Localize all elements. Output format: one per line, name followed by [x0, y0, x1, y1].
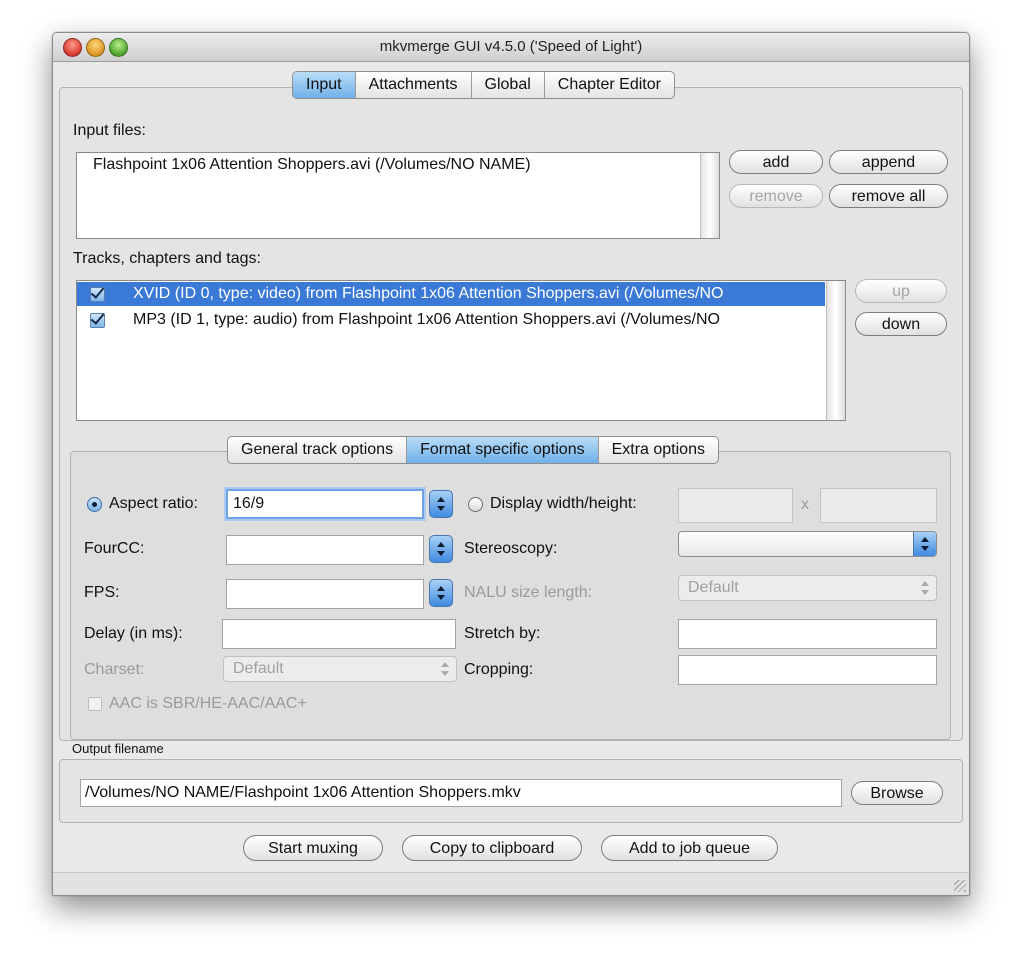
- stereoscopy-select[interactable]: [678, 531, 937, 557]
- stretch-by-label: Stretch by:: [464, 625, 541, 642]
- input-files-list[interactable]: Flashpoint 1x06 Attention Shoppers.avi (…: [76, 152, 720, 239]
- cropping-input[interactable]: [678, 655, 937, 685]
- status-bar: [53, 872, 969, 895]
- nalu-size-length-label: NALU size length:: [464, 584, 593, 601]
- add-to-job-queue-button[interactable]: Add to job queue: [601, 835, 778, 861]
- fourcc-label: FourCC:: [84, 540, 145, 557]
- track-options-tab-bar: General track options Format specific op…: [227, 436, 719, 464]
- browse-button[interactable]: Browse: [851, 781, 943, 805]
- track-row-video[interactable]: XVID (ID 0, type: video) from Flashpoint…: [77, 282, 825, 306]
- tracks-list[interactable]: XVID (ID 0, type: video) from Flashpoint…: [76, 280, 846, 421]
- remove-button[interactable]: remove: [729, 184, 823, 208]
- nalu-size-length-select[interactable]: Default: [678, 575, 937, 601]
- charset-value: Default: [233, 660, 284, 677]
- track-row-audio[interactable]: MP3 (ID 1, type: audio) from Flashpoint …: [77, 308, 825, 332]
- main-tab-bar: Input Attachments Global Chapter Editor: [292, 71, 675, 99]
- tab-general-track-options[interactable]: General track options: [228, 437, 408, 463]
- track-video-checkbox[interactable]: [90, 287, 105, 302]
- delay-label: Delay (in ms):: [84, 625, 183, 642]
- display-wh-radio[interactable]: [468, 497, 483, 512]
- display-height-input[interactable]: [820, 488, 937, 523]
- output-filename-input[interactable]: /Volumes/NO NAME/Flashpoint 1x06 Attenti…: [80, 779, 842, 807]
- delay-input[interactable]: [222, 619, 456, 649]
- display-wh-separator: x: [801, 496, 809, 513]
- tracks-label: Tracks, chapters and tags:: [73, 250, 261, 267]
- display-width-input[interactable]: [678, 488, 793, 523]
- aspect-ratio-radio[interactable]: [87, 497, 102, 512]
- fps-input[interactable]: [226, 579, 424, 609]
- aac-sbr-label: AAC is SBR/HE-AAC/AAC+: [109, 695, 307, 712]
- tab-format-specific-options[interactable]: Format specific options: [407, 437, 599, 463]
- chevron-updown-icon: [913, 532, 936, 556]
- stereoscopy-label: Stereoscopy:: [464, 540, 558, 557]
- output-filename-label: Output filename: [72, 741, 164, 756]
- tab-attachments[interactable]: Attachments: [356, 72, 472, 98]
- nalu-size-length-value: Default: [688, 579, 739, 596]
- tracks-scrollbar[interactable]: [826, 281, 845, 420]
- aspect-ratio-label: Aspect ratio:: [109, 495, 198, 512]
- up-button[interactable]: up: [855, 279, 947, 303]
- tab-chapter-editor[interactable]: Chapter Editor: [545, 72, 674, 98]
- aspect-ratio-stepper[interactable]: [429, 490, 453, 518]
- down-button[interactable]: down: [855, 312, 947, 336]
- input-files-scrollbar[interactable]: [700, 153, 719, 238]
- stretch-by-input[interactable]: [678, 619, 937, 649]
- cropping-label: Cropping:: [464, 661, 534, 678]
- chevron-updown-icon: [434, 657, 456, 681]
- charset-label: Charset:: [84, 661, 145, 678]
- aspect-ratio-input[interactable]: 16/9: [226, 489, 424, 519]
- add-button[interactable]: add: [729, 150, 823, 174]
- track-audio-label: MP3 (ID 1, type: audio) from Flashpoint …: [133, 311, 720, 328]
- fourcc-stepper[interactable]: [429, 535, 453, 563]
- display-wh-label: Display width/height:: [490, 495, 637, 512]
- track-audio-checkbox[interactable]: [90, 313, 105, 328]
- start-muxing-button[interactable]: Start muxing: [243, 835, 383, 861]
- charset-select[interactable]: Default: [223, 656, 457, 682]
- tab-input[interactable]: Input: [293, 72, 356, 98]
- tab-extra-options[interactable]: Extra options: [599, 437, 718, 463]
- aac-sbr-checkbox[interactable]: [88, 697, 102, 711]
- resize-grip-icon[interactable]: [954, 880, 966, 892]
- track-video-label: XVID (ID 0, type: video) from Flashpoint…: [133, 285, 724, 302]
- tab-global[interactable]: Global: [472, 72, 545, 98]
- window-title: mkvmerge GUI v4.5.0 ('Speed of Light'): [379, 38, 643, 55]
- input-file-item[interactable]: Flashpoint 1x06 Attention Shoppers.avi (…: [93, 153, 531, 177]
- title-bar: mkvmerge GUI v4.5.0 ('Speed of Light'): [53, 33, 969, 62]
- append-button[interactable]: append: [829, 150, 948, 174]
- input-files-label: Input files:: [73, 122, 146, 139]
- fps-stepper[interactable]: [429, 579, 453, 607]
- remove-all-button[interactable]: remove all: [829, 184, 948, 208]
- main-window: mkvmerge GUI v4.5.0 ('Speed of Light') I…: [52, 32, 970, 896]
- fourcc-input[interactable]: [226, 535, 424, 565]
- fps-label: FPS:: [84, 584, 120, 601]
- copy-to-clipboard-button[interactable]: Copy to clipboard: [402, 835, 582, 861]
- chevron-updown-icon: [914, 576, 936, 600]
